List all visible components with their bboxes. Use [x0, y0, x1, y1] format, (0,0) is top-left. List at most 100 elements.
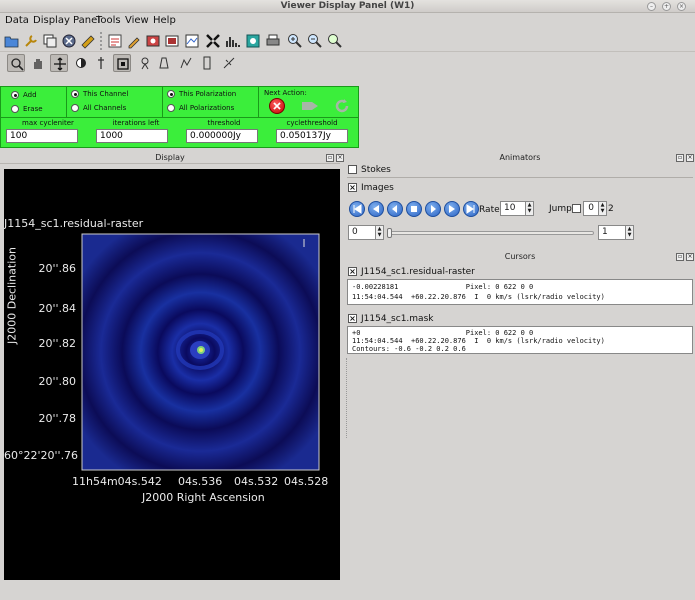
- spin-arrows-icon[interactable]: ▲ ▼: [598, 202, 606, 215]
- frame-end-value: 1: [602, 227, 608, 237]
- jump-spinbox[interactable]: 0 ▲ ▼: [583, 201, 607, 216]
- step-forward-icon[interactable]: [425, 201, 441, 217]
- new-panel-icon[interactable]: [41, 32, 59, 50]
- y-tick: 20''.82: [38, 337, 76, 350]
- panel-divider: [1, 117, 358, 118]
- cursor-item-residual[interactable]: × J1154_sc1.residual-raster: [348, 267, 475, 277]
- this-polarization-radio[interactable]: This Polarization: [167, 90, 236, 98]
- maximize-icon[interactable]: +: [662, 2, 671, 11]
- data-manager-icon[interactable]: [106, 32, 124, 50]
- menu-tools[interactable]: Tools: [96, 15, 121, 26]
- spin-arrows-icon[interactable]: ▲ ▼: [375, 226, 383, 239]
- contrast-tool-icon[interactable]: [72, 54, 90, 72]
- print-icon[interactable]: [264, 32, 282, 50]
- images-label: Images: [361, 183, 394, 193]
- rate-spinbox[interactable]: 10 ▲ ▼: [500, 201, 534, 216]
- edit-icon[interactable]: [125, 32, 143, 50]
- menu-data[interactable]: Data: [5, 15, 29, 26]
- stokes-checkbox[interactable]: [348, 165, 357, 174]
- animators-header: Animators: [346, 152, 694, 164]
- cyclethreshold-input[interactable]: 0.050137Jy: [276, 129, 348, 143]
- spin-arrows-icon[interactable]: ▲ ▼: [625, 226, 633, 239]
- forward-end-icon[interactable]: [463, 201, 479, 217]
- layout-icon[interactable]: [204, 32, 222, 50]
- close-icon[interactable]: ×: [677, 2, 686, 11]
- zoom-reset-icon[interactable]: [326, 32, 344, 50]
- close-panel-icon[interactable]: ×: [686, 253, 694, 261]
- cursor-checkbox[interactable]: ×: [348, 267, 357, 276]
- next-action-label: Next Action:: [264, 89, 307, 97]
- stop-play-icon[interactable]: [406, 201, 422, 217]
- rectangle-region-icon[interactable]: [113, 54, 131, 72]
- ruler-tool-icon[interactable]: [220, 54, 238, 72]
- open-folder-icon[interactable]: [3, 32, 21, 50]
- cursor-item-mask[interactable]: × J1154_sc1.mask: [348, 314, 433, 324]
- menu-help[interactable]: Help: [153, 15, 176, 26]
- erase-radio[interactable]: Erase: [11, 105, 43, 113]
- erase-label: Erase: [23, 105, 43, 113]
- this-channel-radio[interactable]: This Channel: [71, 90, 128, 98]
- polyline-tool-icon[interactable]: [177, 54, 195, 72]
- max-cycleniter-input[interactable]: 100: [6, 129, 78, 143]
- frame-end-spinbox[interactable]: 1 ▲ ▼: [598, 225, 634, 240]
- zoom-tool-icon[interactable]: [7, 54, 25, 72]
- snapshot-icon[interactable]: [163, 32, 181, 50]
- stop-icon[interactable]: [269, 98, 285, 114]
- cursors-header-label: Cursors: [504, 252, 536, 261]
- iterations-left-input[interactable]: 1000: [96, 129, 168, 143]
- frame-slider[interactable]: [387, 228, 594, 238]
- all-channels-radio[interactable]: All Channels: [71, 104, 126, 112]
- cursors-header: Cursors: [346, 251, 694, 263]
- polygon-region-icon[interactable]: [155, 54, 173, 72]
- marker-tool-icon[interactable]: [92, 54, 110, 72]
- display-panel-header: Display: [0, 152, 340, 164]
- add-radio[interactable]: Add: [11, 91, 37, 99]
- menu-view[interactable]: View: [125, 15, 149, 26]
- zoom-out-icon[interactable]: [306, 32, 324, 50]
- histogram-icon[interactable]: [224, 32, 242, 50]
- ellipse-region-icon[interactable]: [136, 54, 154, 72]
- cursor-line: +0 Pixel: 0 622 0 0: [352, 329, 534, 337]
- save-image-icon[interactable]: [144, 32, 162, 50]
- options-icon[interactable]: [79, 32, 97, 50]
- radio-indicator: [167, 90, 175, 98]
- cursor-checkbox[interactable]: ×: [348, 314, 357, 323]
- step-back-icon[interactable]: [387, 201, 403, 217]
- display-canvas[interactable]: J1154_sc1.residual-raster 20''.86 20''.8…: [4, 169, 340, 580]
- float-panel-icon[interactable]: ▫: [326, 154, 334, 162]
- menu-display-panel[interactable]: Display Panel: [33, 15, 100, 26]
- slider-handle[interactable]: [387, 228, 392, 238]
- spin-arrows-icon[interactable]: ▲ ▼: [525, 202, 533, 215]
- crosshair-tool-icon[interactable]: [50, 54, 68, 72]
- reverse-play-icon[interactable]: [368, 201, 384, 217]
- y-axis-label: J2000 Declination: [5, 247, 19, 344]
- close-panel-icon[interactable]: ×: [336, 154, 344, 162]
- close-panel-icon[interactable]: [60, 32, 78, 50]
- spectrum-icon[interactable]: [244, 32, 262, 50]
- panel-resize-handle[interactable]: [346, 358, 348, 438]
- threshold-input[interactable]: 0.000000Jy: [186, 129, 258, 143]
- images-row[interactable]: × Images: [348, 183, 394, 193]
- pan-tool-icon[interactable]: [29, 54, 47, 72]
- wrench-icon[interactable]: [22, 32, 40, 50]
- position-tool-icon[interactable]: [198, 54, 216, 72]
- images-checkbox[interactable]: ×: [348, 183, 357, 192]
- canvas-icon[interactable]: [183, 32, 201, 50]
- continue-icon[interactable]: [301, 99, 321, 113]
- window-title: Viewer Display Panel (W1): [280, 1, 415, 11]
- jump-checkbox[interactable]: [572, 204, 581, 213]
- all-polarizations-radio[interactable]: All Polarizations: [167, 104, 234, 112]
- cursor-readout: +0 Pixel: 0 622 0 0 11:54:04.544 +60.22.…: [347, 326, 693, 354]
- jump-max: 2: [608, 204, 614, 214]
- float-panel-icon[interactable]: ▫: [676, 154, 684, 162]
- refresh-icon[interactable]: [334, 98, 350, 114]
- rewind-start-icon[interactable]: [349, 201, 365, 217]
- play-icon[interactable]: [444, 201, 460, 217]
- float-panel-icon[interactable]: ▫: [676, 253, 684, 261]
- minimize-icon[interactable]: –: [647, 2, 656, 11]
- close-panel-icon[interactable]: ×: [686, 154, 694, 162]
- zoom-in-icon[interactable]: [286, 32, 304, 50]
- clean-control-panel: Add Erase This Channel All Channels This…: [0, 86, 359, 148]
- stokes-row[interactable]: Stokes: [348, 165, 391, 175]
- frame-spinbox[interactable]: 0 ▲ ▼: [348, 225, 384, 240]
